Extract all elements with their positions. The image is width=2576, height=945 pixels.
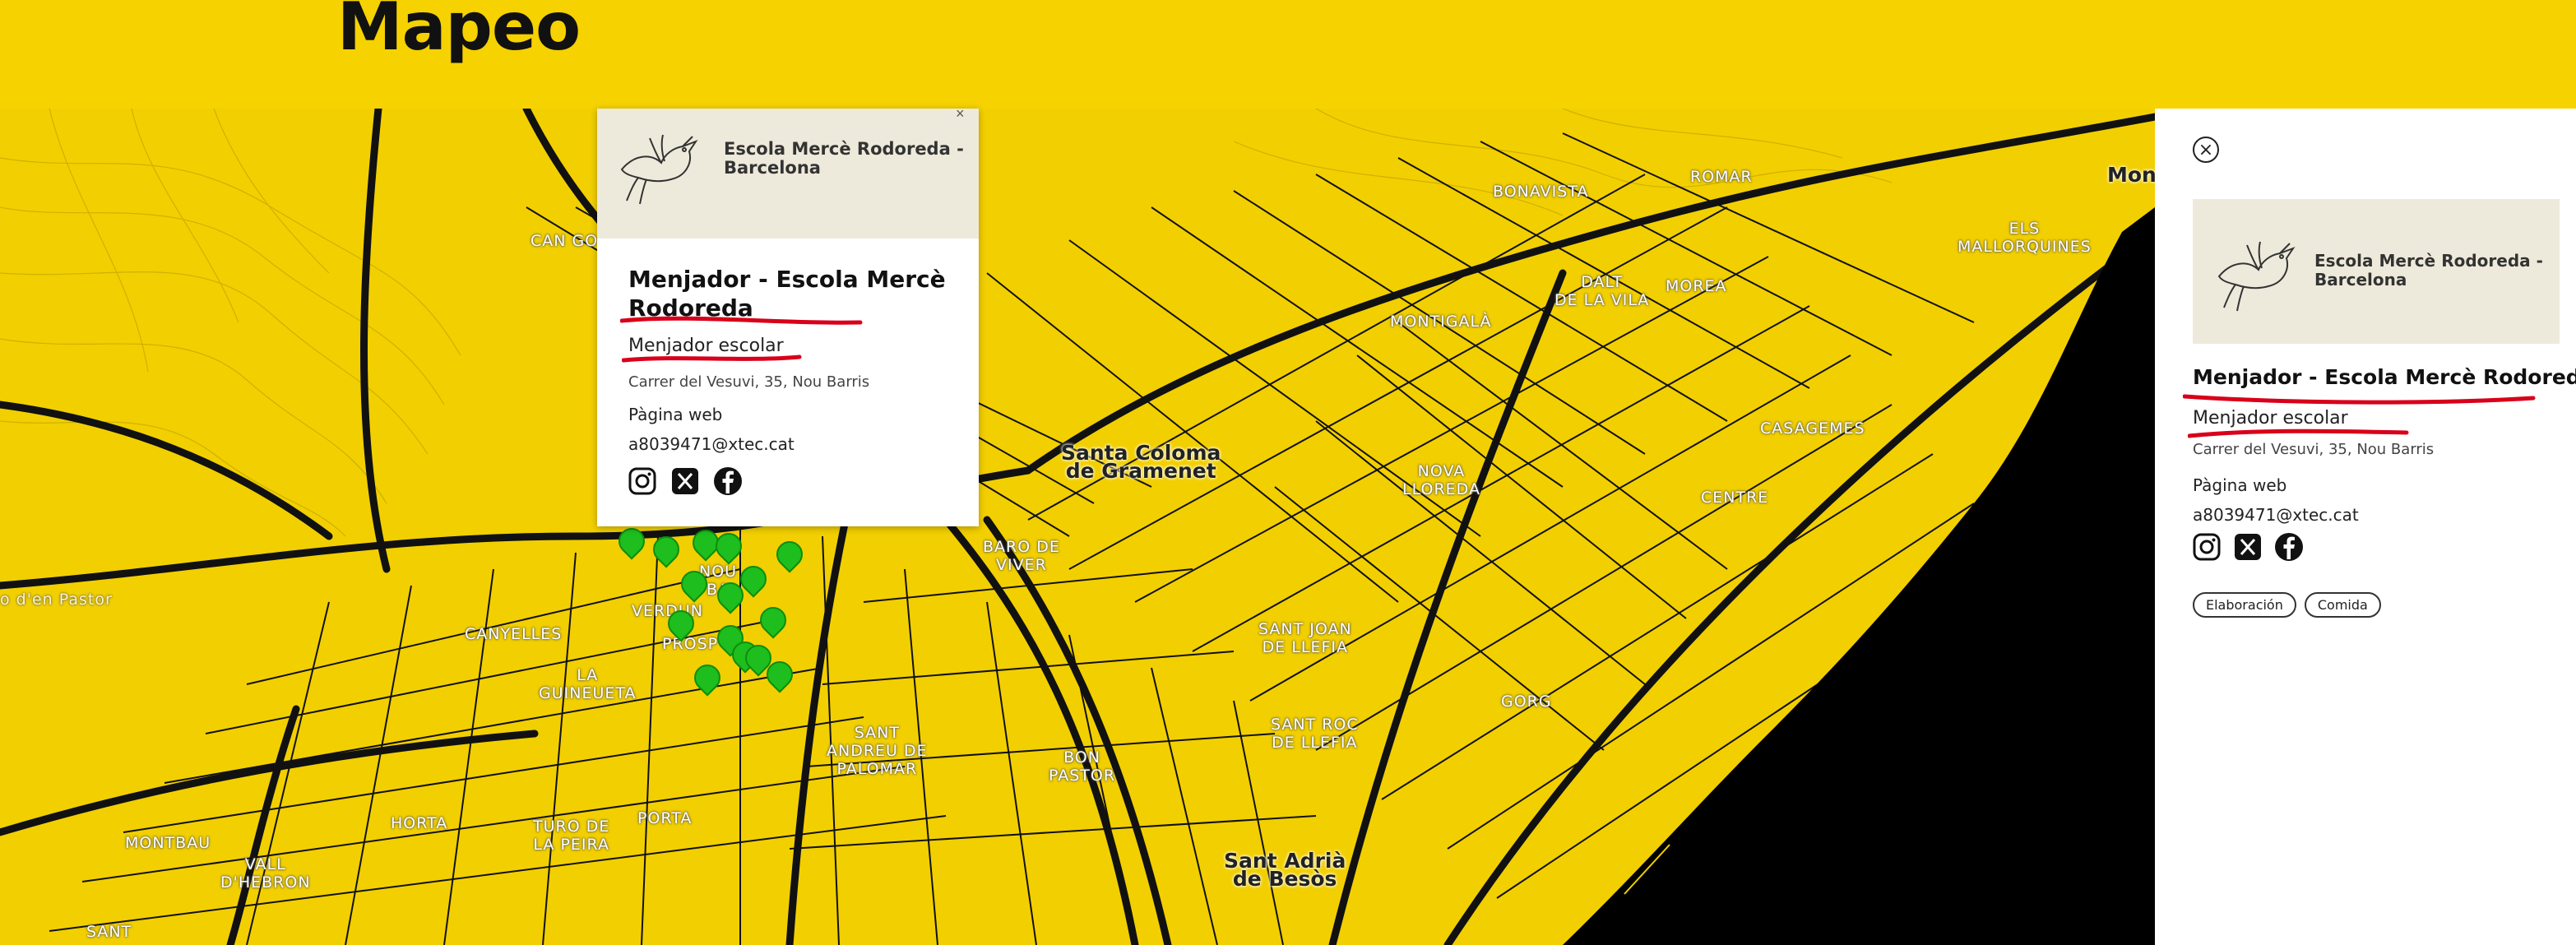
map-label: CAN GO bbox=[530, 232, 599, 250]
popup-logo-text: Escola Mercè Rodoreda - Barcelona bbox=[724, 139, 964, 178]
map-label: PROSP bbox=[662, 635, 719, 653]
map-label: MONTIGALÀ bbox=[1390, 313, 1492, 331]
map-label: ELS MALLORQUINES bbox=[1957, 220, 2092, 256]
facebook-icon[interactable] bbox=[712, 466, 744, 497]
popup-address: Carrer del Vesuvi, 35, Nou Barris bbox=[628, 373, 870, 391]
map-label: CANYELLES bbox=[465, 625, 563, 643]
popup-web-link[interactable]: Pàgina web bbox=[628, 405, 722, 424]
page-title: Mapeo bbox=[337, 0, 581, 65]
tag-chip[interactable]: Comida bbox=[2304, 592, 2381, 618]
tag-chip[interactable]: Elaboración bbox=[2193, 592, 2296, 618]
map-label: TURO DE LA PEIRA bbox=[533, 818, 610, 854]
map-label: Sant Adrià de Besòs bbox=[1224, 849, 1346, 891]
map-label: BARO DE VIVER bbox=[983, 538, 1060, 574]
panel-title: Menjador - Escola Mercè Rodoreda bbox=[2193, 365, 2576, 389]
annotation-underline bbox=[622, 354, 802, 363]
map-label: SANT JOAN DE LLEFIA bbox=[1258, 620, 1352, 656]
detail-panel: × Escola Mercè Rodoreda - Barcelona Menj… bbox=[2155, 109, 2576, 945]
map-label: HORTA bbox=[391, 814, 448, 832]
map-label: MOREA bbox=[1666, 277, 1727, 295]
panel-banner: Escola Mercè Rodoreda - Barcelona bbox=[2193, 199, 2560, 344]
panel-logo-text: Escola Mercè Rodoreda - Barcelona bbox=[2314, 251, 2543, 290]
map-label: PORTA bbox=[637, 809, 693, 827]
close-icon[interactable]: × bbox=[2193, 137, 2219, 163]
map-label: ROMAR bbox=[1690, 168, 1753, 186]
instagram-icon[interactable] bbox=[627, 466, 658, 497]
x-twitter-icon[interactable] bbox=[2232, 531, 2263, 563]
dove-logo-icon bbox=[2217, 241, 2296, 312]
map-label: SANT ROC DE LLEFIA bbox=[1271, 716, 1359, 752]
map-popup: Escola Mercè Rodoreda - Barcelona Menjad… bbox=[597, 109, 979, 526]
map-label: CASAGEMES bbox=[1760, 419, 1865, 438]
popup-close-icon[interactable]: × bbox=[956, 105, 965, 123]
map-label: BONAVISTA bbox=[1493, 183, 1589, 201]
map-label: NOVA LLOREDA bbox=[1402, 462, 1480, 498]
annotation-underline bbox=[2188, 428, 2409, 438]
map-label: DALT DE LA VILA bbox=[1554, 273, 1650, 309]
map-label: GORG bbox=[1501, 693, 1552, 711]
annotation-underline bbox=[620, 316, 863, 325]
map-label: MONTBAU bbox=[125, 834, 211, 852]
popup-banner: Escola Mercè Rodoreda - Barcelona bbox=[597, 109, 979, 239]
tag-list: Elaboración Comida bbox=[2193, 592, 2381, 618]
map[interactable]: BONAVISTA ROMAR Mont ELS MALLORQUINES CA… bbox=[0, 109, 2155, 945]
header: Mapeo bbox=[0, 0, 2576, 109]
map-label: CENTRE bbox=[1701, 489, 1769, 507]
map-label: SANT ANDREU DE PALOMAR bbox=[827, 724, 928, 778]
instagram-icon[interactable] bbox=[2191, 531, 2222, 563]
annotation-underline bbox=[2183, 394, 2536, 405]
map-label: Mont bbox=[2107, 163, 2155, 187]
panel-address: Carrer del Vesuvi, 35, Nou Barris bbox=[2193, 441, 2435, 458]
facebook-icon[interactable] bbox=[2273, 531, 2305, 563]
dove-logo-icon bbox=[620, 134, 698, 205]
panel-web-link[interactable]: Pàgina web bbox=[2193, 475, 2286, 495]
map-label: Santa Coloma de Gramenet bbox=[1061, 441, 1221, 483]
map-label: LA GUINEUETA bbox=[539, 666, 637, 702]
map-label: SANT bbox=[86, 923, 132, 941]
panel-email[interactable]: a8039471@xtec.cat bbox=[2193, 505, 2359, 525]
x-twitter-icon[interactable] bbox=[669, 466, 701, 497]
map-label: VALL D'HEBRON bbox=[220, 855, 311, 892]
map-roads bbox=[0, 109, 2155, 945]
popup-email[interactable]: a8039471@xtec.cat bbox=[628, 434, 795, 454]
map-label: BON PASTOR bbox=[1049, 748, 1116, 785]
map-label: o d'en Pastor bbox=[0, 591, 113, 609]
